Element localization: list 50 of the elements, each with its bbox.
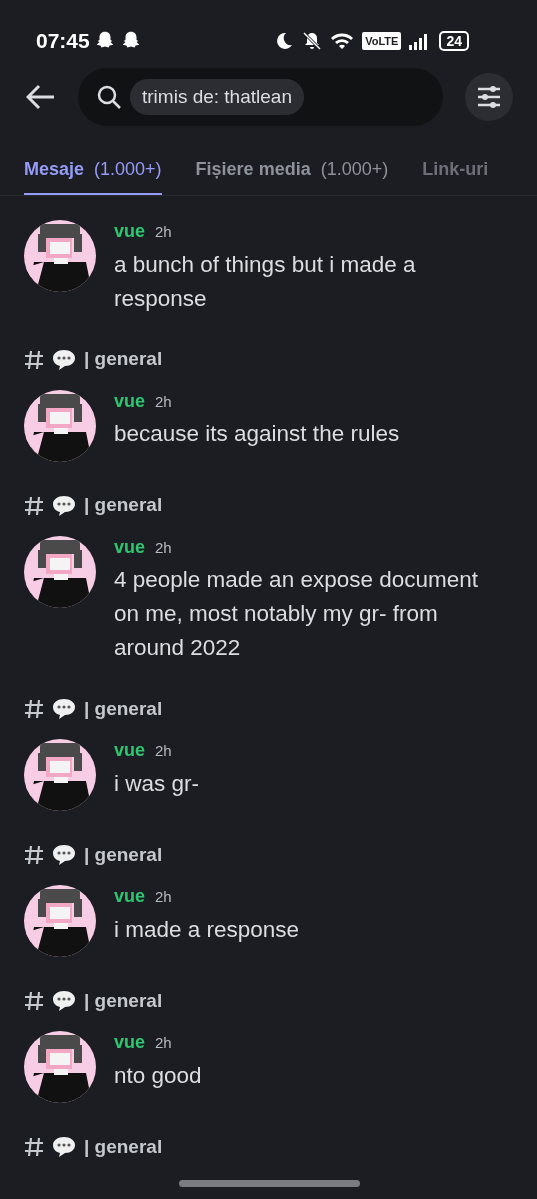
timestamp: 2h	[155, 887, 172, 907]
channel-name[interactable]: | general	[84, 840, 163, 870]
wifi-icon	[330, 31, 355, 51]
sliders-icon	[476, 85, 502, 109]
tab[interactable]: Fișiere media (1.000+)	[195, 132, 389, 195]
channel-name[interactable]: | general	[84, 1132, 163, 1162]
author-name[interactable]: vue	[114, 885, 146, 907]
hash-icon	[24, 1137, 44, 1157]
message-text: i was gr-	[114, 769, 200, 798]
speech-bubble-icon	[52, 990, 76, 1012]
clock-time: 07:45	[36, 28, 90, 55]
battery-indicator: 24	[439, 31, 469, 51]
channel-name[interactable]: | general	[84, 986, 163, 1016]
author-name[interactable]: vue	[114, 389, 146, 412]
hash-icon	[24, 845, 44, 865]
hash-icon	[24, 349, 44, 370]
hash-icon	[24, 991, 44, 1011]
search-field[interactable]: trimis de: thatlean	[78, 68, 443, 126]
network-label: VoLTE	[362, 31, 402, 51]
timestamp: 2h	[155, 391, 172, 412]
hash-icon	[24, 699, 44, 719]
message-text: nto good	[114, 1061, 203, 1090]
back-arrow-icon[interactable]	[26, 84, 56, 110]
timestamp: 2h	[155, 537, 172, 558]
message-text: 4 people made an expose document on me, most notably my gr- from around 2022	[114, 566, 479, 662]
speech-bubble-icon	[52, 494, 76, 517]
timestamp: 2h	[155, 222, 172, 242]
speech-bubble-icon	[52, 1136, 76, 1158]
author-name[interactable]: vue	[114, 220, 146, 242]
speech-bubble-icon	[52, 348, 76, 371]
speech-bubble-icon	[52, 698, 76, 720]
timestamp: 2h	[155, 1033, 172, 1053]
speech-bubble-icon	[52, 844, 76, 866]
tab[interactable]: Mesaje (1.000+)	[24, 132, 162, 195]
search-filter-chip[interactable]: trimis de: thatlean	[130, 78, 304, 116]
message-text: a bunch of things but i made a response	[114, 250, 417, 313]
hash-icon	[24, 495, 44, 516]
moon-icon	[274, 31, 295, 51]
author-name[interactable]: vue	[114, 535, 146, 558]
filter-button[interactable]	[465, 73, 513, 121]
channel-name[interactable]: | general	[84, 491, 163, 520]
muted-bell-icon	[302, 31, 323, 51]
message-text: because its against the rules	[114, 420, 401, 448]
author-name[interactable]: vue	[114, 739, 146, 761]
message-text: i made a response	[114, 915, 301, 944]
channel-name[interactable]: | general	[84, 345, 163, 374]
search-icon	[96, 84, 122, 110]
channel-name[interactable]: | general	[84, 694, 163, 724]
timestamp: 2h	[155, 741, 172, 761]
author-name[interactable]: vue	[114, 1031, 146, 1053]
